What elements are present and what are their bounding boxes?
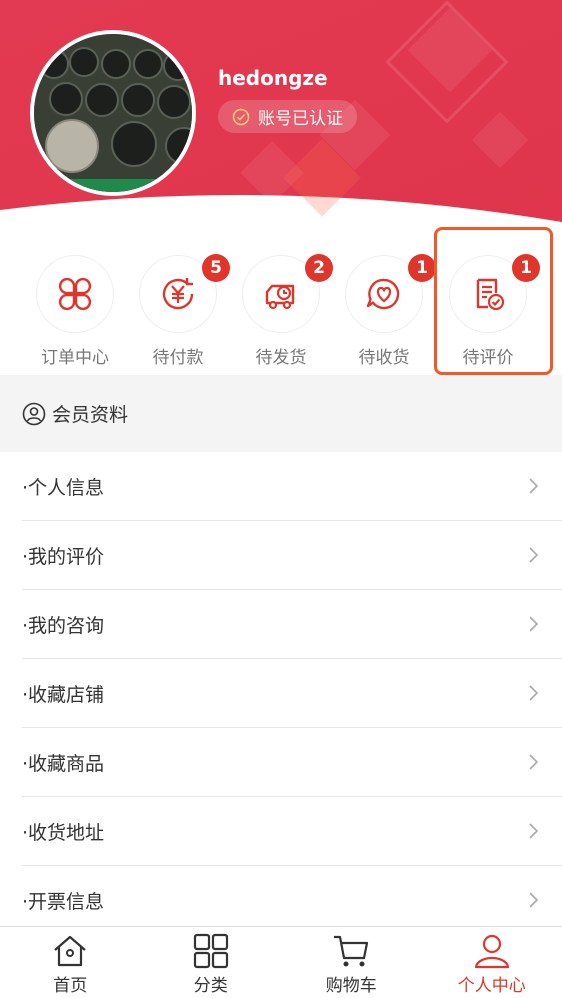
cart-icon	[334, 935, 369, 967]
menu-item-label: ·收货地址	[22, 821, 105, 844]
order-center-label: 订单中心	[41, 348, 109, 368]
tab-home[interactable]: 首页	[0, 927, 141, 998]
profile-header: hedongze 账号已认证	[0, 0, 562, 235]
chevron-right-icon	[529, 478, 539, 494]
menu-item-favorite-products[interactable]: ·收藏商品	[22, 728, 562, 797]
pending-shipment-button[interactable]: 2 待发货	[241, 254, 333, 368]
menu-item-label: ·我的评价	[22, 545, 105, 568]
pending-payment-button[interactable]: 5 待付款	[138, 254, 230, 368]
member-section-header: 会员资料	[0, 375, 562, 452]
delivery-truck-icon	[265, 284, 295, 310]
tab-category-label: 分类	[193, 976, 228, 996]
pending-review-highlight	[434, 227, 553, 375]
pending-receipt-button[interactable]: 1 待收货	[344, 254, 436, 368]
home-icon	[54, 935, 86, 967]
pending-receipt-badge: 1	[408, 254, 436, 282]
grid-icon	[193, 933, 228, 969]
check-circle-icon	[232, 108, 250, 125]
chevron-right-icon	[529, 892, 539, 908]
tab-cart[interactable]: 购物车	[281, 927, 422, 998]
yuan-refresh-icon	[162, 278, 194, 310]
verified-label: 账号已认证	[258, 109, 343, 129]
chevron-right-icon	[529, 616, 539, 632]
person-circle-icon	[22, 402, 46, 425]
menu-item-label: ·个人信息	[22, 476, 105, 499]
avatar[interactable]	[30, 30, 196, 196]
tab-category[interactable]: 分类	[141, 927, 282, 998]
menu-item-my-inquiries[interactable]: ·我的咨询	[22, 590, 562, 659]
order-center-button[interactable]: 订单中心	[35, 255, 115, 368]
tab-profile[interactable]: 个人中心	[422, 927, 562, 998]
order-center-circle	[36, 255, 114, 333]
menu-item-label: ·我的咨询	[22, 614, 105, 637]
chevron-right-icon	[529, 547, 539, 563]
username: hedongze	[218, 66, 328, 90]
chevron-right-icon	[529, 754, 539, 770]
pending-payment-label: 待付款	[152, 348, 204, 368]
tab-profile-label: 个人中心	[457, 976, 526, 996]
pending-payment-circle: 5	[139, 254, 230, 333]
tab-cart-label: 购物车	[325, 976, 377, 996]
menu-item-invoice-info[interactable]: ·开票信息	[22, 866, 562, 935]
pending-receipt-circle: 1	[345, 254, 436, 333]
chevron-right-icon	[529, 685, 539, 701]
member-section-title: 会员资料	[52, 404, 129, 426]
menu-item-label: ·开票信息	[22, 890, 105, 913]
menu-item-personal-info[interactable]: ·个人信息	[22, 452, 562, 521]
pending-shipment-label: 待发货	[255, 348, 307, 368]
pending-shipment-badge: 2	[305, 254, 333, 282]
menu-item-my-reviews[interactable]: ·我的评价	[22, 521, 562, 590]
tab-home-label: 首页	[53, 976, 88, 996]
verified-badge: 账号已认证	[218, 100, 357, 133]
menu-item-label: ·收藏商品	[22, 752, 105, 775]
heart-chat-icon	[366, 278, 400, 310]
person-icon	[474, 934, 509, 969]
pending-shipment-circle: 2	[242, 254, 333, 333]
member-menu-list: ·个人信息 ·我的评价 ·我的咨询 ·收藏店铺 ·收藏商品 ·收货地址 ·开票信…	[0, 452, 562, 935]
keyboard-photo-avatar-icon	[34, 34, 192, 192]
clover-icon	[58, 277, 92, 311]
bottom-tab-bar: 首页 分类 购物车 个人中心	[0, 926, 562, 998]
menu-item-label: ·收藏店铺	[22, 683, 105, 706]
pending-receipt-label: 待收货	[358, 348, 410, 368]
menu-item-shipping-address[interactable]: ·收货地址	[22, 797, 562, 866]
pending-payment-badge: 5	[202, 254, 230, 282]
chevron-right-icon	[529, 823, 539, 839]
menu-item-favorite-stores[interactable]: ·收藏店铺	[22, 659, 562, 728]
